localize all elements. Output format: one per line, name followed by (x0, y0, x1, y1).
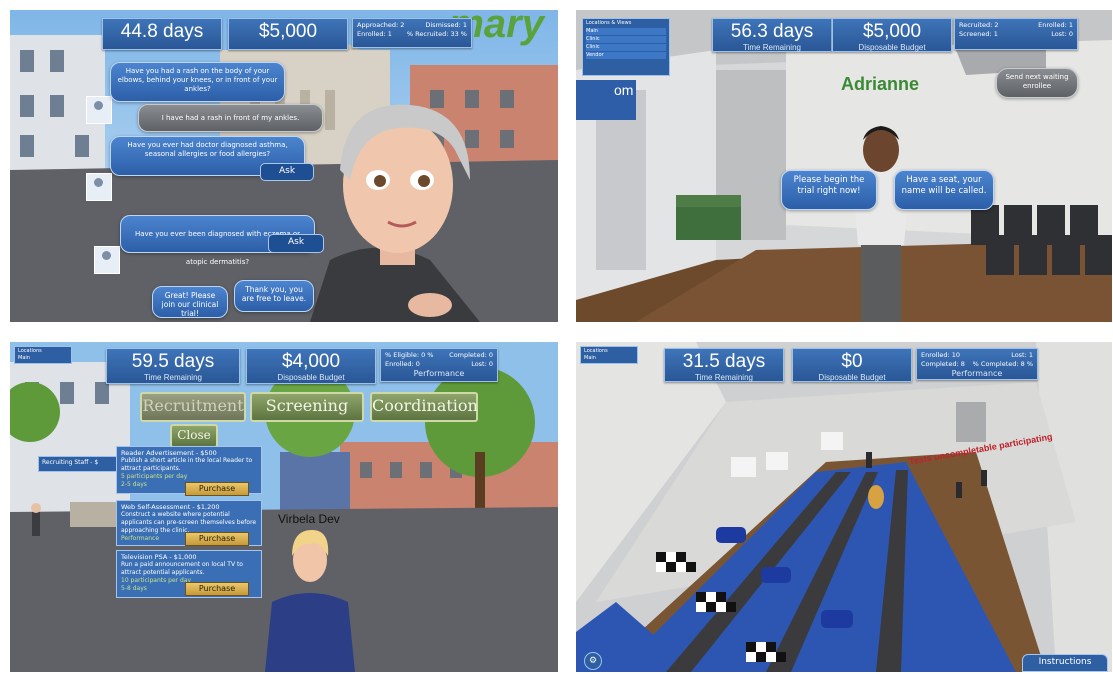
enroll-participant-bubble[interactable]: Great! Please join our clinical trial! (152, 286, 228, 318)
dismiss-participant-bubble[interactable]: Thank you, you are free to leave. (234, 280, 314, 312)
corner-menu-title: Locations (584, 348, 608, 354)
budget-label: Disposable Budget (858, 43, 926, 52)
panel-recruitment-outdoor: Locations Main 59.5 days Time Remaining … (10, 342, 558, 672)
question-rash-bubble[interactable]: Have you had a rash on the body of your … (110, 62, 285, 102)
answer-rash-bubble: I have had a rash in front of my ankles. (138, 104, 323, 132)
completed-stat: Completed: 0 (449, 351, 493, 359)
tab-coordination[interactable]: Coordination (370, 392, 478, 422)
lost-stat: Lost: 0 (1051, 30, 1073, 38)
budget-value: $0 (841, 351, 863, 372)
time-remaining-label: Time Remaining (743, 43, 801, 52)
purchase-reader-ad-button[interactable]: Purchase (185, 482, 249, 496)
corner-menu-item-main[interactable]: Main (18, 355, 68, 362)
corner-menu[interactable]: Locations Main (580, 346, 638, 364)
character-name-label: Adrianne (841, 74, 920, 94)
budget-hud: $4,000 Disposable Budget (246, 348, 376, 384)
time-remaining-hud: 44.8 days (102, 18, 222, 50)
tab-recruitment[interactable]: Recruitment (140, 392, 246, 422)
lost-stat: Lost: 0 (471, 360, 493, 368)
dismissed-stat: Dismissed: 1 (425, 21, 467, 29)
panel-interview-outdoor: ...mary 44.8 days $5,000 Approached: 2 Di… (10, 10, 558, 322)
tab-screening[interactable]: Screening (250, 392, 364, 422)
time-remaining-label: Time Remaining (144, 373, 202, 382)
card-title: Web Self-Assessment - $1,200 (121, 503, 220, 511)
corner-menu[interactable]: Locations Main (14, 346, 72, 364)
enrolled-stat: Enrolled: 1 (1038, 21, 1073, 29)
avatar-thumbnail (86, 173, 112, 201)
budget-value: $5,000 (862, 21, 922, 42)
purchase-television-psa-button[interactable]: Purchase (185, 582, 249, 596)
send-next-enrollee-button[interactable]: Send next waiting enrollee (996, 68, 1078, 98)
lost-stat: Lost: 1 (1011, 351, 1033, 359)
performance-label: Performance (951, 369, 1003, 378)
menu-item-vendor[interactable]: Vendor (586, 52, 666, 59)
enrolled-stat: Enrolled: 1 (357, 30, 392, 38)
recruited-pct-stat: % Recruited: 33 % (406, 30, 467, 38)
have-a-seat-bubble[interactable]: Have a seat, your name will be called. (894, 170, 994, 210)
time-remaining-hud: 31.5 days Time Remaining (664, 348, 784, 382)
performance-hud: Approached: 2 Dismissed: 1 Enrolled: 1 % R… (352, 18, 472, 48)
time-remaining-label: Time Remaining (695, 373, 753, 382)
time-remaining-hud: 59.5 days Time Remaining (106, 348, 240, 384)
budget-value: $5,000 (258, 21, 318, 42)
performance-hud: Enrolled: 10 Lost: 1 Completed: 8 % Comple… (916, 348, 1038, 380)
menu-item-clinic[interactable]: Clinic (586, 36, 666, 43)
completed-pct-stat: % Completed: 8 % (972, 360, 1033, 368)
locations-menu[interactable]: Locations & Views Main Clinic Clinic Ven… (582, 18, 670, 76)
performance-label: Performance (413, 369, 465, 378)
enrolled-stat: Enrolled: 10 (921, 351, 960, 359)
corner-menu-title: Locations (18, 348, 42, 354)
settings-icon[interactable]: ⚙ (584, 652, 602, 670)
budget-hud: $0 Disposable Budget (792, 348, 912, 382)
scene-clinic-overhead (576, 342, 1112, 672)
card-description: Publish a short article in the local Rea… (121, 457, 253, 472)
screened-stat: Screened: 1 (959, 30, 998, 38)
performance-hud: Recruited: 2 Enrolled: 1 Screened: 1 Lost:… (954, 18, 1078, 50)
enrolled-stat: Enrolled: 0 (385, 360, 420, 368)
corner-menu-item-main[interactable]: Main (584, 355, 634, 362)
instructions-button[interactable]: Instructions (1022, 654, 1108, 672)
avatar-thumbnail (86, 96, 112, 124)
card-rate: 5 participants per day (121, 473, 188, 480)
purchase-web-assessment-button[interactable]: Purchase (185, 532, 249, 546)
close-button[interactable]: Close (170, 424, 218, 448)
budget-label: Disposable Budget (277, 373, 345, 382)
begin-trial-bubble[interactable]: Please begin the trial right now! (781, 170, 877, 210)
menu-item-clinic-2[interactable]: Clinic (586, 44, 666, 51)
recruited-stat: Recruited: 2 (959, 21, 999, 29)
time-remaining-value: 56.3 days (730, 21, 814, 42)
budget-hud: $5,000 Disposable Budget (832, 18, 952, 52)
budget-hud: $5,000 (228, 18, 348, 50)
wall-sign: om (614, 82, 634, 98)
panel-clinic-waiting-room: 56.3 days Time Remaining $5,000 Disposab… (576, 10, 1112, 322)
approached-stat: Approached: 2 (357, 21, 405, 29)
eligible-pct-stat: % Eligible: 0 % (385, 351, 434, 359)
budget-label: Disposable Budget (818, 373, 886, 382)
recruiting-staff-label: Recruiting Staff - $ (38, 456, 126, 472)
ask-button[interactable]: Ask (268, 234, 324, 253)
menu-item-main[interactable]: Main (586, 28, 666, 35)
card-description: Run a paid announcement on local TV to a… (121, 561, 243, 576)
card-title: Reader Advertisement - $500 (121, 449, 217, 457)
budget-value: $4,000 (281, 351, 341, 372)
time-remaining-value: 44.8 days (120, 21, 204, 42)
locations-menu-title: Locations & Views (586, 20, 632, 26)
time-remaining-value: 59.5 days (131, 351, 215, 372)
avatar-thumbnail (94, 246, 120, 274)
card-title: Television PSA - $1,000 (121, 553, 197, 561)
panel-clinic-overview: Locations Main 31.5 days Time Remaining … (576, 342, 1112, 672)
time-remaining-value: 31.5 days (682, 351, 766, 372)
ask-button[interactable]: Ask (260, 163, 314, 181)
performance-hud: % Eligible: 0 % Completed: 0 Enrolled: 0 L… (380, 348, 498, 382)
completed-stat: Completed: 8 (921, 360, 965, 368)
time-remaining-hud: 56.3 days Time Remaining (712, 18, 832, 52)
avatar-name-label: Virbela Dev (278, 512, 340, 526)
